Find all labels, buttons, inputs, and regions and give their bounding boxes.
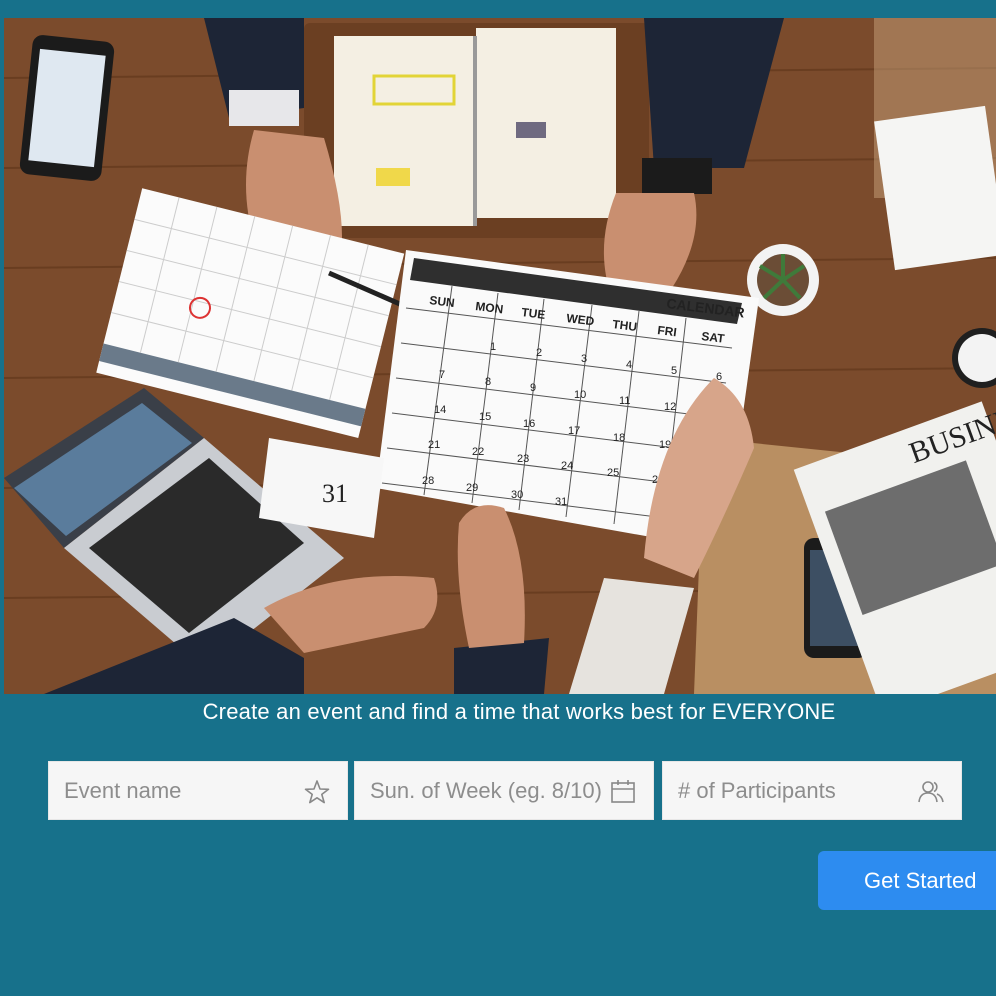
svg-text:21: 21 — [428, 439, 440, 451]
svg-text:31: 31 — [555, 496, 567, 508]
svg-text:16: 16 — [523, 418, 535, 430]
tagline: Create an event and find a time that wor… — [202, 699, 836, 724]
svg-text:10: 10 — [574, 389, 586, 401]
svg-text:THU: THU — [612, 317, 638, 334]
people-icon — [918, 781, 944, 803]
svg-text:TUE: TUE — [521, 305, 547, 322]
calendar-icon — [611, 780, 635, 803]
svg-text:5: 5 — [671, 365, 677, 377]
svg-text:12: 12 — [664, 401, 676, 413]
svg-text:29: 29 — [466, 482, 478, 494]
svg-text:23: 23 — [517, 453, 529, 465]
hero-image: SUN MON TUE WED THU FRI SAT CALENDAR 1 2… — [4, 18, 996, 694]
svg-text:18: 18 — [613, 432, 625, 444]
svg-text:30: 30 — [511, 489, 523, 501]
svg-text:1: 1 — [490, 341, 496, 353]
week-field[interactable] — [354, 761, 654, 820]
svg-text:FRI: FRI — [657, 323, 678, 339]
svg-text:9: 9 — [530, 382, 536, 394]
svg-text:28: 28 — [422, 475, 434, 487]
svg-text:24: 24 — [561, 460, 573, 472]
svg-text:22: 22 — [472, 446, 484, 458]
get-started-button[interactable]: Get Started — [818, 851, 996, 910]
desk-illustration: SUN MON TUE WED THU FRI SAT CALENDAR 1 2… — [4, 18, 996, 694]
svg-text:25: 25 — [607, 467, 619, 479]
svg-text:4: 4 — [626, 359, 632, 371]
svg-text:15: 15 — [479, 411, 491, 423]
svg-text:17: 17 — [568, 425, 580, 437]
svg-text:SAT: SAT — [701, 329, 726, 346]
participants-field[interactable] — [662, 761, 962, 820]
event-name-field[interactable] — [48, 761, 348, 820]
svg-text:11: 11 — [619, 395, 630, 407]
svg-text:31: 31 — [322, 479, 348, 508]
svg-text:7: 7 — [439, 369, 445, 381]
svg-text:3: 3 — [581, 353, 587, 365]
star-icon — [304, 780, 330, 804]
svg-text:2: 2 — [536, 347, 542, 359]
svg-text:14: 14 — [434, 404, 446, 416]
svg-text:8: 8 — [485, 376, 491, 388]
